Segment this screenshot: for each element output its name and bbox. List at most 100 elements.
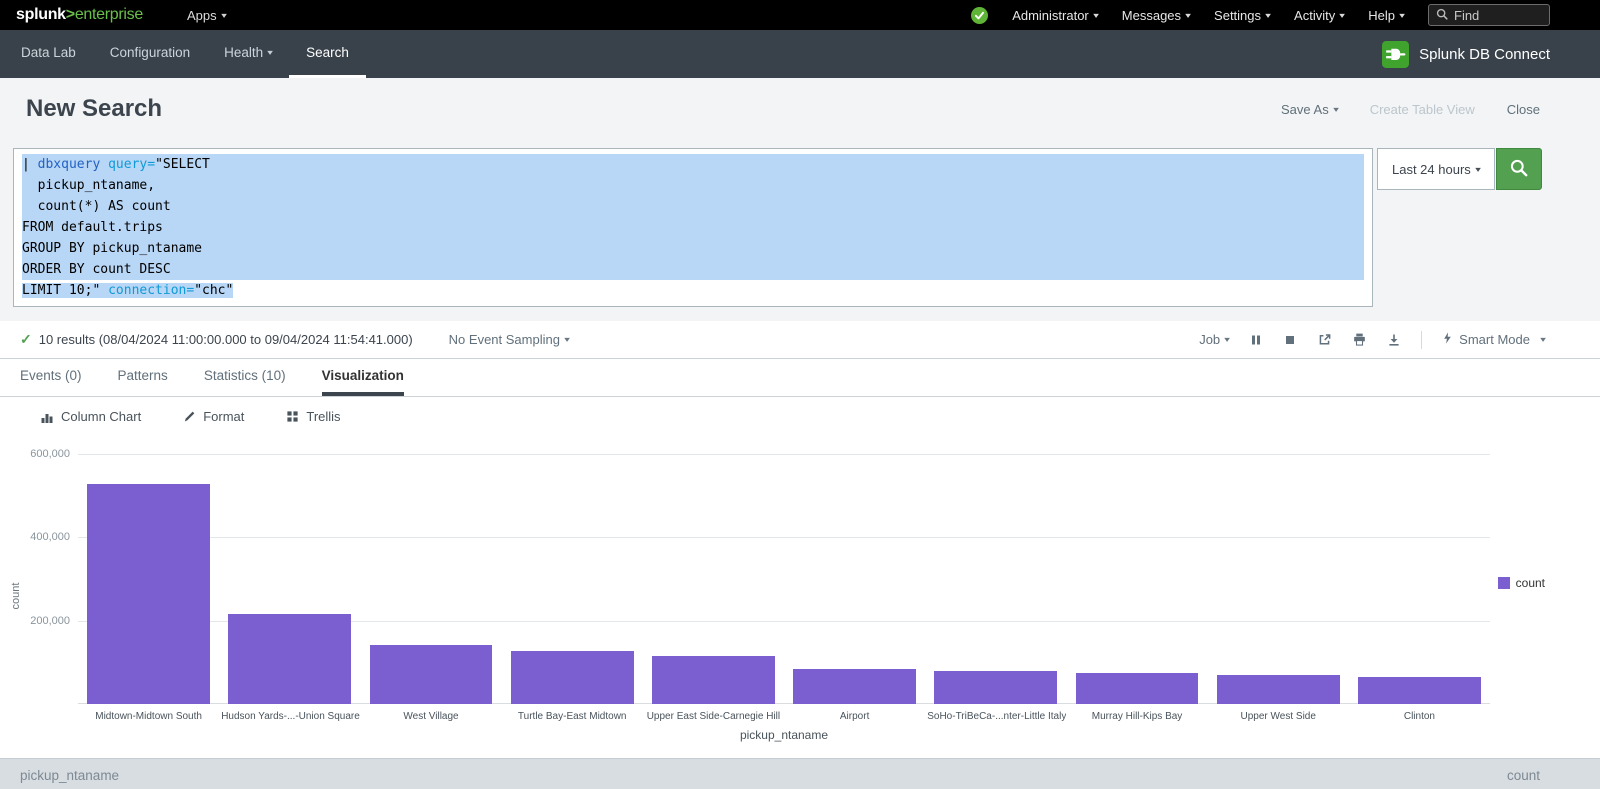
bar-group (1349, 454, 1490, 704)
query-token: | (22, 157, 38, 172)
time-range-picker[interactable]: Last 24 hours▾ (1377, 148, 1495, 190)
pencil-icon (183, 410, 196, 423)
close-button[interactable]: Close (1507, 102, 1540, 117)
page-title: New Search (26, 95, 162, 123)
legend-label: count (1516, 576, 1545, 590)
time-range-label: Last 24 hours (1392, 162, 1471, 177)
caret-down-icon: ▾ (1265, 11, 1271, 20)
activity-label: Activity (1294, 8, 1335, 23)
chart-bar-2[interactable] (370, 645, 493, 704)
column-header-pickup-ntaname[interactable]: pickup_ntaname (20, 768, 119, 789)
query-token: FROM default.trips (22, 220, 163, 235)
logo-splunk-text: splunk (16, 6, 66, 23)
nav-configuration[interactable]: Configuration (93, 30, 207, 78)
bolt-icon (1442, 331, 1453, 348)
bar-group (360, 454, 501, 704)
y-axis-title: count (10, 583, 22, 610)
chart-legend[interactable]: count (1498, 576, 1545, 590)
apps-menu[interactable]: Apps▾ (187, 8, 226, 23)
save-as-button[interactable]: Save As ▾ (1281, 102, 1338, 117)
search-query-editor[interactable]: | dbxquery query="SELECT pickup_ntaname,… (13, 148, 1373, 307)
tab-events[interactable]: Events (0) (20, 359, 82, 396)
legend-swatch (1498, 577, 1510, 589)
settings-menu[interactable]: Settings▾ (1214, 8, 1270, 23)
x-axis-label: Murray Hill-Kips Bay (1066, 711, 1207, 722)
chart-bar-4[interactable] (652, 656, 775, 704)
nav-data-lab[interactable]: Data Lab (4, 30, 93, 78)
chart-bar-1[interactable] (228, 614, 351, 704)
apps-menu-label: Apps (187, 8, 217, 23)
print-button[interactable] (1352, 332, 1367, 347)
query-line[interactable]: LIMIT 10;" connection="chc" (22, 280, 1364, 301)
chart-bar-0[interactable] (87, 484, 210, 704)
messages-menu[interactable]: Messages▾ (1122, 8, 1190, 23)
bars-container (78, 454, 1490, 704)
chart-bar-6[interactable] (934, 671, 1057, 704)
smart-mode-label: Smart Mode (1459, 332, 1530, 347)
caret-down-icon: ▾ (1399, 11, 1405, 20)
find-input[interactable] (1454, 8, 1538, 23)
x-axis-label: Upper East Side-Carnegie Hill (643, 711, 784, 722)
chart-bar-7[interactable] (1076, 673, 1199, 704)
nav-search[interactable]: Search (289, 30, 366, 78)
query-token: pickup_ntaname, (22, 178, 155, 193)
help-menu[interactable]: Help▾ (1368, 8, 1404, 23)
bar-group (78, 454, 219, 704)
x-axis-title: pickup_ntaname (78, 728, 1490, 742)
stop-job-button[interactable] (1283, 333, 1297, 347)
query-line[interactable]: | dbxquery query="SELECT (22, 154, 1364, 175)
chart-bar-5[interactable] (793, 669, 916, 704)
pause-job-button[interactable] (1249, 333, 1263, 347)
administrator-menu[interactable]: Administrator▾ (1012, 8, 1098, 23)
event-sampling-menu[interactable]: No Event Sampling▾ (449, 332, 569, 347)
x-axis-label: SoHo-TriBeCa-...nter-Little Italy (925, 711, 1066, 722)
search-magnifier-icon (1509, 158, 1529, 181)
query-line[interactable]: pickup_ntaname, (22, 175, 1364, 196)
x-axis-label: Turtle Bay-East Midtown (502, 711, 643, 722)
chart-bar-8[interactable] (1217, 675, 1340, 704)
tab-patterns[interactable]: Patterns (118, 359, 168, 396)
app-identity[interactable]: Splunk DB Connect (1382, 30, 1550, 78)
statistics-table-header: pickup_ntaname count (0, 758, 1600, 789)
export-download-button[interactable] (1387, 333, 1401, 347)
app-title: Splunk DB Connect (1419, 46, 1550, 63)
query-line[interactable]: ORDER BY count DESC (22, 259, 1364, 280)
tab-visualization[interactable]: Visualization (322, 359, 404, 396)
query-line[interactable]: count(*) AS count (22, 196, 1364, 217)
query-token: count(*) AS count (22, 199, 171, 214)
splunk-logo[interactable]: splunk>enterprise (16, 6, 143, 24)
visualization-toolbar: Column Chart Format Trellis (0, 397, 1600, 432)
chart-type-picker[interactable]: Column Chart (40, 409, 141, 424)
column-header-count[interactable]: count (1507, 768, 1540, 789)
activity-menu[interactable]: Activity▾ (1294, 8, 1344, 23)
query-line[interactable]: GROUP BY pickup_ntaname (22, 238, 1364, 259)
job-menu[interactable]: Job▾ (1199, 332, 1229, 347)
caret-down-icon: ▾ (267, 48, 273, 57)
x-axis-label: Midtown-Midtown South (78, 711, 219, 722)
nav-health[interactable]: Health▾ (207, 30, 289, 78)
bar-group (925, 454, 1066, 704)
health-status-check-icon[interactable] (971, 7, 988, 24)
trellis-menu[interactable]: Trellis (286, 409, 340, 424)
results-tabs: Events (0) Patterns Statistics (10) Visu… (0, 359, 1600, 397)
trellis-grid-icon (286, 410, 299, 423)
header-actions: Save As▾ Create Table View Close (1281, 102, 1540, 117)
app-nav-bar: Data Lab Configuration Health▾ Search Sp… (0, 30, 1600, 78)
share-job-button[interactable] (1317, 332, 1332, 347)
save-as-label: Save As (1281, 102, 1329, 117)
search-submit-button[interactable] (1496, 148, 1542, 190)
divider (1421, 331, 1422, 349)
format-menu[interactable]: Format (183, 409, 244, 424)
search-mode-selector[interactable]: Smart Mode▾ (1442, 331, 1545, 348)
query-line[interactable]: FROM default.trips (22, 217, 1364, 238)
find-search-box[interactable] (1428, 4, 1550, 26)
chart-bar-9[interactable] (1358, 677, 1481, 705)
tab-statistics[interactable]: Statistics (10) (204, 359, 286, 396)
chart-type-label: Column Chart (61, 409, 141, 424)
chart-bar-3[interactable] (511, 651, 634, 704)
x-axis-label: Airport (784, 711, 925, 722)
caret-down-icon: ▾ (1333, 105, 1339, 114)
y-tick-label: 400,000 (0, 531, 70, 543)
trellis-label: Trellis (306, 409, 340, 424)
caret-down-icon: ▾ (1093, 11, 1099, 20)
